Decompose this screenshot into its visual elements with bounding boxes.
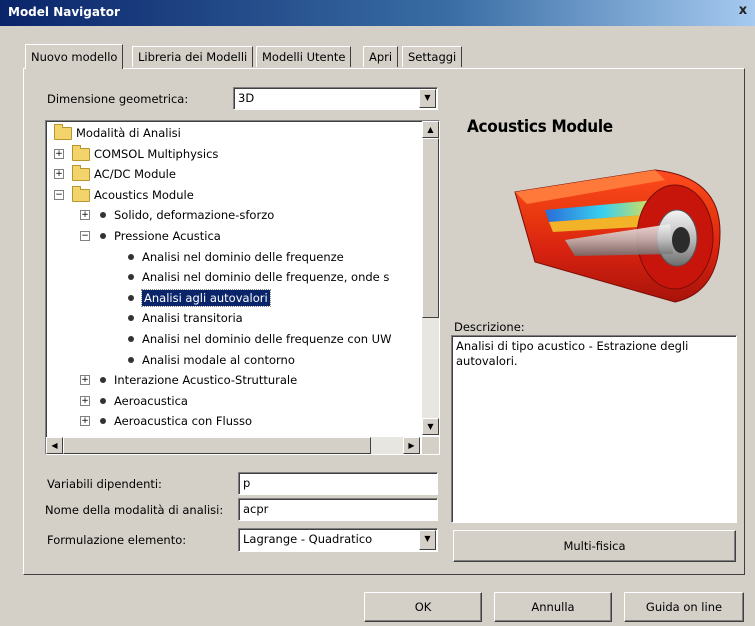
tree-item-label: Analisi modale al contorno <box>142 352 295 367</box>
scroll-left-icon[interactable]: ◀ <box>46 437 63 454</box>
bullet-icon <box>100 418 106 425</box>
scroll-up-icon[interactable]: ▲ <box>422 121 439 138</box>
tree-item[interactable]: Analisi agli autovalori <box>46 288 418 308</box>
folder-icon <box>72 185 90 202</box>
tree-item-label: Analisi transitoria <box>142 311 243 326</box>
description-label: Descrizione: <box>454 320 525 334</box>
bullet-icon <box>128 356 134 363</box>
tree-item-label: Analisi nel dominio delle frequenze con … <box>142 332 392 346</box>
tree-item[interactable]: + AC/DC Module <box>46 164 418 184</box>
bullet-icon <box>128 274 134 281</box>
module-title: Acoustics Module <box>467 117 613 137</box>
horizontal-scrollbar[interactable]: ◀ ▶ <box>46 437 420 454</box>
close-icon[interactable]: x <box>735 2 751 20</box>
folder-icon <box>72 144 90 161</box>
mode-name-value: acpr <box>243 502 269 516</box>
tree-item-label: Analisi nel dominio delle frequenze, ond… <box>142 270 390 285</box>
geometry-label: Dimensione geometrica: <box>47 92 189 106</box>
bullet-icon <box>128 315 134 322</box>
bullet-icon <box>100 212 106 219</box>
tree-item[interactable]: + Aeroacustica <box>46 391 418 411</box>
description-text: Analisi di tipo acustico - Estrazione de… <box>456 339 689 368</box>
tree-item-label: Modalità di Analisi <box>76 126 181 140</box>
bullet-icon <box>128 336 134 342</box>
vertical-scroll-thumb[interactable] <box>422 138 439 318</box>
scroll-down-icon[interactable]: ▼ <box>422 418 439 435</box>
tree-item[interactable]: + COMSOL Multiphysics <box>46 144 418 164</box>
tree-item-label: Acoustics Module <box>94 187 194 202</box>
mode-name-label: Nome della modalità di analisi: <box>45 503 224 517</box>
tab-settaggi[interactable]: Settaggi <box>402 46 463 67</box>
scroll-right-icon[interactable]: ▶ <box>403 437 420 454</box>
tree-item[interactable]: + Interazione Acustico-Strutturale <box>46 370 418 390</box>
ok-button[interactable]: OK <box>364 592 482 622</box>
tree-item-label: Interazione Acustico-Strutturale <box>114 373 298 388</box>
tab-apri[interactable]: Apri <box>363 46 399 67</box>
acoustics-module-image <box>514 169 721 303</box>
bullet-icon <box>128 294 134 301</box>
tree-item-label: AC/DC Module <box>94 167 176 182</box>
tree-item[interactable]: − Acoustics Module <box>46 185 418 205</box>
window-title: Model Navigator <box>8 5 120 19</box>
tree-item[interactable]: Analisi transitoria <box>46 308 418 328</box>
expand-icon[interactable]: + <box>80 375 90 386</box>
tree-item-label: Pressione Acustica <box>114 229 221 243</box>
help-button[interactable]: Guida on line <box>624 592 744 622</box>
folder-icon <box>54 124 72 140</box>
tree-item-label: Analisi nel dominio delle frequenze <box>142 249 344 264</box>
geometry-value: 3D <box>238 91 255 105</box>
dependent-vars-value: p <box>243 476 251 490</box>
model-navigator-window: Model Navigator x Nuovo modello Libreria… <box>0 0 755 626</box>
vertical-scrollbar[interactable]: ▲ ▼ <box>422 121 439 435</box>
mode-name-field[interactable]: acpr <box>238 498 438 521</box>
tree-item-label: Solido, deformazione-sforzo <box>114 208 275 223</box>
bullet-icon <box>100 397 106 404</box>
expand-icon[interactable]: + <box>80 395 90 406</box>
tab-libreria-dei-modelli[interactable]: Libreria dei Modelli <box>132 46 254 67</box>
multiphysics-button[interactable]: Multi-fisica <box>453 530 736 562</box>
element-value: Lagrange - Quadratico <box>243 532 373 546</box>
tab-nuovo-modello[interactable]: Nuovo modello <box>25 44 124 69</box>
tree-item[interactable]: Analisi modale al contorno <box>46 350 418 370</box>
tree-item[interactable]: + Solido, deformazione-sforzo <box>46 205 418 225</box>
tab-modelli-utente[interactable]: Modelli Utente <box>256 46 352 67</box>
tree-item-label: Aeroacustica <box>114 393 188 408</box>
element-select[interactable]: Lagrange - Quadratico ▼ <box>238 528 438 552</box>
scroll-corner <box>422 437 439 454</box>
expand-icon[interactable]: + <box>80 416 90 427</box>
dependent-vars-field[interactable]: p <box>238 472 438 495</box>
analysis-tree[interactable]: Modalità di Analisi + COMSOL Multiphysics +… <box>45 120 440 455</box>
collapse-icon[interactable]: − <box>80 231 90 241</box>
element-label: Formulazione elemento: <box>47 533 187 547</box>
bullet-icon <box>100 233 106 239</box>
chevron-down-icon[interactable]: ▼ <box>419 89 436 108</box>
tree-rows: Modalità di Analisi + COMSOL Multiphysics +… <box>46 121 420 435</box>
tree-item[interactable]: Analisi nel dominio delle frequenze con … <box>46 329 418 349</box>
bullet-icon <box>100 377 106 384</box>
tree-item[interactable]: + Aeroacustica con Flusso <box>46 411 418 431</box>
title-bar[interactable]: Model Navigator x <box>0 0 755 26</box>
tree-item[interactable]: Modalità di Analisi <box>46 123 418 143</box>
tree-item-label: COMSOL Multiphysics <box>94 146 219 161</box>
tree-item[interactable]: − Pressione Acustica <box>46 226 418 246</box>
tree-item-label: Aeroacustica con Flusso <box>114 414 253 429</box>
expand-icon[interactable]: + <box>80 210 90 221</box>
expand-icon[interactable]: + <box>54 148 64 159</box>
description-box: Analisi di tipo acustico - Estrazione de… <box>451 335 737 523</box>
cancel-button[interactable]: Annulla <box>494 592 612 622</box>
folder-icon <box>72 165 90 182</box>
expand-icon[interactable]: + <box>54 169 64 180</box>
horizontal-scroll-thumb[interactable] <box>63 437 371 454</box>
tree-item[interactable]: Analisi nel dominio delle frequenze, ond… <box>46 267 418 287</box>
bullet-icon <box>128 253 134 260</box>
tree-item-label: Analisi agli autovalori <box>141 288 271 307</box>
dependent-vars-label: Variabili dipendenti: <box>47 477 162 491</box>
collapse-icon[interactable]: − <box>54 189 64 200</box>
geometry-select[interactable]: 3D ▼ <box>233 87 438 110</box>
chevron-down-icon[interactable]: ▼ <box>419 530 436 550</box>
tree-item[interactable]: Analisi nel dominio delle frequenze <box>46 247 418 267</box>
